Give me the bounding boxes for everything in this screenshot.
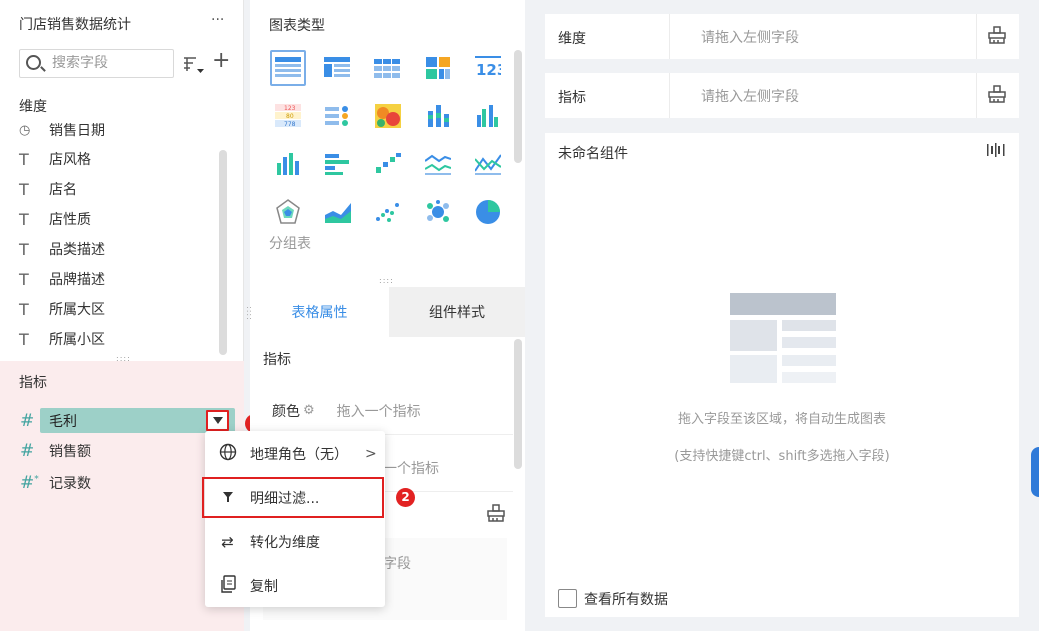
- more-icon[interactable]: ···: [211, 12, 224, 28]
- list-item[interactable]: T 店名: [19, 174, 77, 204]
- color-field[interactable]: 颜色 ⚙ 拖入一个指标: [263, 387, 513, 435]
- empty-hint: 拖入字段至该区域，将自动生成图表: [677, 412, 886, 427]
- hash-icon: #: [20, 411, 35, 431]
- copy-icon: [205, 575, 250, 597]
- chevron-right-icon: >: [365, 446, 377, 462]
- barcode-icon[interactable]: [987, 143, 1007, 161]
- kpi-number-icon[interactable]: 123: [474, 54, 502, 82]
- dimension-scrollbar[interactable]: [219, 150, 227, 355]
- area-chart-icon[interactable]: [324, 198, 352, 226]
- triangle-down-icon: [212, 417, 223, 424]
- svg-text:123: 123: [284, 105, 296, 112]
- dimension-section-label: 维度: [19, 99, 47, 115]
- svg-text:80: 80: [286, 113, 294, 120]
- swap-icon: ⇄: [221, 533, 234, 551]
- list-item[interactable]: T 品牌描述: [19, 264, 105, 294]
- dropdown-button[interactable]: [206, 410, 229, 431]
- heatmap-table-icon[interactable]: 123 80 778: [274, 102, 302, 130]
- empty-hint-shortcut: (支持快捷键ctrl、shift多选拖入字段): [674, 449, 890, 464]
- list-item[interactable]: #* 记录数: [20, 469, 91, 497]
- brush-icon[interactable]: [988, 85, 1006, 107]
- drop-placeholder: 字段: [383, 556, 411, 572]
- bubble-chart-icon[interactable]: [424, 198, 452, 226]
- treemap-chart-icon[interactable]: [424, 54, 452, 82]
- text-type-icon: T: [19, 329, 29, 349]
- view-all-checkbox[interactable]: [558, 589, 577, 608]
- text-type-icon: T: [19, 209, 29, 229]
- heatmap-chart-icon[interactable]: [374, 102, 402, 130]
- svg-text:778: 778: [284, 121, 296, 128]
- gear-icon[interactable]: ⚙: [303, 403, 315, 418]
- list-item[interactable]: T 所属大区: [19, 294, 105, 324]
- crosstab-chart-icon[interactable]: [323, 54, 351, 82]
- grouped-bar-icon[interactable]: [474, 102, 502, 130]
- bar-chart-icon[interactable]: [324, 150, 352, 178]
- widget-title[interactable]: 未命名组件: [558, 143, 628, 163]
- date-icon: ◷: [19, 123, 31, 138]
- column-chart-icon[interactable]: [274, 150, 302, 178]
- text-type-icon: T: [19, 299, 29, 319]
- waterfall-chart-icon[interactable]: [374, 150, 402, 178]
- scatter-chart-icon[interactable]: [374, 198, 402, 226]
- dimension-shelf[interactable]: 维度 请拖入左侧字段: [545, 14, 1019, 59]
- pie-chart-icon[interactable]: [474, 198, 502, 226]
- metric-prop-label: 指标: [263, 352, 291, 368]
- text-type-icon: T: [19, 179, 29, 199]
- context-menu: 地理角色（无） > 明细过滤... ⇄ 转化为维度 复制: [205, 431, 385, 607]
- stacked-bar-icon[interactable]: [424, 102, 452, 130]
- add-field-icon[interactable]: +: [212, 48, 230, 74]
- metric-section-label: 指标: [19, 375, 47, 391]
- search-box[interactable]: [19, 49, 174, 78]
- brush-icon[interactable]: [487, 504, 505, 526]
- text-type-icon: T: [19, 239, 29, 259]
- metric-shelf[interactable]: 指标 请拖入左侧字段: [545, 73, 1019, 118]
- list-item[interactable]: ◷ 销售日期: [19, 123, 105, 145]
- radar-chart-icon[interactable]: [274, 198, 302, 226]
- dot-table-icon[interactable]: [324, 102, 352, 130]
- text-type-icon: T: [19, 269, 29, 289]
- list-item[interactable]: T 所属小区: [19, 324, 105, 354]
- text-type-icon: T: [19, 149, 29, 169]
- search-input[interactable]: [52, 55, 167, 71]
- floating-assistant-icon[interactable]: [1031, 447, 1039, 497]
- resize-handle[interactable]: ::::: [379, 276, 394, 285]
- menu-item-convert-dimension[interactable]: ⇄ 转化为维度: [205, 522, 385, 562]
- resize-handle[interactable]: ::::: [116, 354, 131, 363]
- list-item[interactable]: T 店性质: [19, 204, 91, 234]
- resize-handle[interactable]: ::::: [245, 306, 254, 321]
- hash-calc-icon: #*: [20, 473, 39, 493]
- chart-type-title: 图表类型: [269, 18, 325, 34]
- grid-table-icon[interactable]: [373, 54, 401, 82]
- property-scrollbar[interactable]: [514, 339, 522, 469]
- sort-icon[interactable]: [183, 55, 205, 79]
- list-item[interactable]: T 店风格: [19, 144, 91, 174]
- step-badge-2: 2: [396, 488, 415, 507]
- dimension-list: ◷ 销售日期 T 店风格 T 店名 T 店性质 T 品类描述 T 品牌描述 T 所属大区 T所…: [0, 123, 228, 355]
- hash-icon: #: [20, 441, 35, 461]
- chart-type-hover-label: 分组表: [269, 236, 311, 252]
- brush-icon[interactable]: [988, 26, 1006, 48]
- svg-text:123: 123: [476, 61, 501, 79]
- list-item[interactable]: T 品类描述: [19, 234, 105, 264]
- table-chart-icon[interactable]: [270, 50, 306, 86]
- search-icon: [26, 55, 41, 70]
- empty-chart-placeholder-icon: [730, 293, 836, 383]
- tab-table-properties[interactable]: 表格属性: [250, 287, 389, 337]
- menu-item-geo-role[interactable]: 地理角色（无） >: [205, 434, 385, 474]
- combo-line-icon[interactable]: [474, 150, 502, 178]
- list-item[interactable]: # 销售额: [20, 437, 91, 465]
- menu-item-copy[interactable]: 复制: [205, 566, 385, 606]
- tab-component-style[interactable]: 组件样式: [389, 287, 525, 337]
- globe-icon: [205, 443, 250, 465]
- dataset-title: 门店销售数据统计: [19, 17, 131, 33]
- chart-type-scrollbar[interactable]: [514, 50, 522, 163]
- view-all-label: 查看所有数据: [584, 592, 668, 608]
- line-chart-icon[interactable]: [424, 150, 452, 178]
- highlight-box: [202, 477, 384, 518]
